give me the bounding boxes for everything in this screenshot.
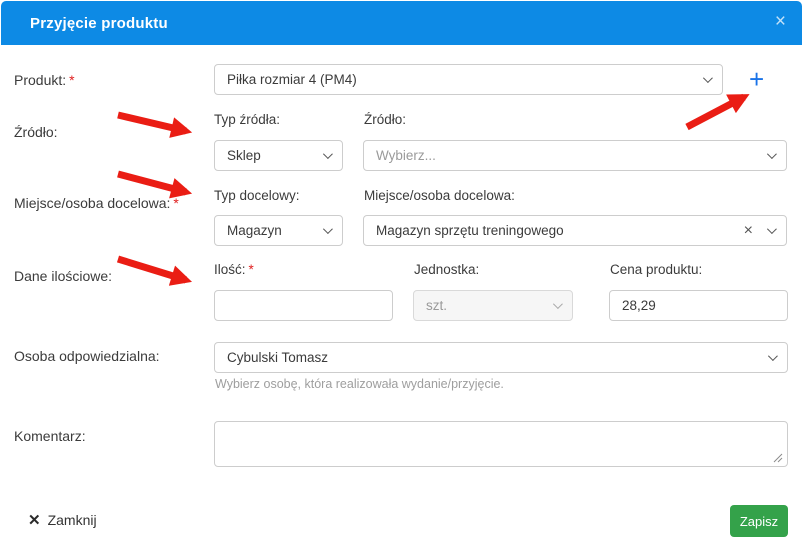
zrodlo-row-label: Źródło: — [14, 124, 58, 140]
clear-selection-icon[interactable]: × — [744, 223, 753, 239]
ilosc-input[interactable] — [214, 290, 393, 321]
typ-docelowy-label: Typ docelowy: — [214, 188, 300, 203]
produkt-select[interactable]: Piłka rozmiar 4 (PM4) — [214, 64, 723, 95]
chevron-down-icon — [703, 73, 713, 83]
arrow-to-add-button — [687, 97, 744, 127]
komentarz-textarea[interactable] — [214, 421, 788, 467]
required-asterisk: * — [173, 195, 178, 211]
typ-zrodla-value: Sklep — [227, 148, 315, 163]
arrow-to-typ-zrodla — [118, 115, 186, 131]
chevron-down-icon — [323, 224, 333, 234]
chevron-down-icon — [553, 299, 563, 309]
arrow-to-typ-docelowy — [118, 174, 186, 192]
typ-zrodla-label: Typ źródła: — [214, 112, 280, 127]
dane-row-label: Dane ilościowe: — [14, 268, 112, 284]
zrodlo-select[interactable]: Wybierz... — [363, 140, 787, 171]
miejsce-row-label: Miejsce/osoba docelowa:* — [14, 195, 179, 211]
produkt-select-value: Piłka rozmiar 4 (PM4) — [227, 72, 695, 87]
chevron-down-icon — [768, 351, 778, 361]
cena-label: Cena produktu: — [610, 262, 702, 277]
zapisz-button[interactable]: Zapisz — [730, 505, 788, 537]
komentarz-row-label: Komentarz: — [14, 428, 86, 444]
chevron-down-icon — [767, 149, 777, 159]
required-asterisk: * — [249, 262, 254, 277]
zrodlo-placeholder: Wybierz... — [376, 148, 759, 163]
miejsce-select-label: Miejsce/osoba docelowa: — [364, 188, 515, 203]
modal-header: Przyjęcie produktu × — [1, 1, 802, 45]
modal-title: Przyjęcie produktu — [1, 15, 168, 32]
produkt-row-label: Produkt:* — [14, 72, 75, 88]
zrodlo-select-label: Źródło: — [364, 112, 406, 127]
chevron-down-icon — [767, 224, 777, 234]
cena-input[interactable] — [609, 290, 788, 321]
osoba-select[interactable]: Cybulski Tomasz — [214, 342, 788, 373]
product-receipt-modal: Przyjęcie produktu × Produkt:* Piłka roz… — [0, 0, 803, 555]
typ-docelowy-value: Magazyn — [227, 223, 315, 238]
miejsce-select[interactable]: Magazyn sprzętu treningowego × — [363, 215, 787, 246]
zamknij-label: Zamknij — [48, 512, 97, 528]
close-x-icon: ✕ — [28, 513, 41, 528]
jednostka-select: szt. — [413, 290, 573, 321]
osoba-select-value: Cybulski Tomasz — [227, 350, 760, 365]
typ-docelowy-select[interactable]: Magazyn — [214, 215, 343, 246]
ilosc-label: Ilość:* — [214, 262, 254, 277]
required-asterisk: * — [69, 72, 74, 88]
arrow-to-ilosc — [118, 259, 186, 280]
osoba-helper-text: Wybierz osobę, która realizowała wydanie… — [215, 377, 504, 391]
add-product-button[interactable]: + — [749, 66, 764, 92]
chevron-down-icon — [323, 149, 333, 159]
miejsce-select-value: Magazyn sprzętu treningowego — [376, 223, 744, 238]
osoba-row-label: Osoba odpowiedzialna: — [14, 348, 160, 364]
zamknij-button[interactable]: ✕ Zamknij — [28, 512, 97, 528]
close-icon[interactable]: × — [775, 10, 786, 34]
jednostka-label: Jednostka: — [414, 262, 479, 277]
typ-zrodla-select[interactable]: Sklep — [214, 140, 343, 171]
jednostka-value: szt. — [426, 298, 545, 313]
